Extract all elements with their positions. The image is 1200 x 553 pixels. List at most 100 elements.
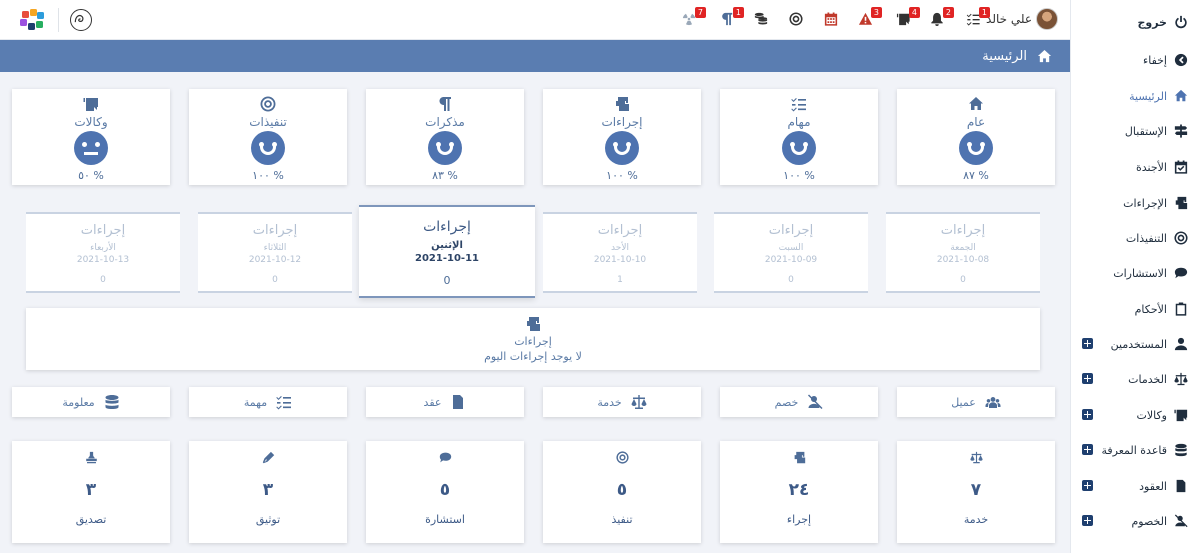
summary-card-general[interactable]: عام ٨٧ % <box>897 89 1055 185</box>
day-tab-friday[interactable]: إجراءات الجمعة 2021-10-08 0 <box>886 212 1040 293</box>
bell-icon[interactable]: 2 <box>930 7 954 28</box>
happy-face-icon <box>782 131 816 165</box>
summary-card-label: عام <box>966 115 986 129</box>
add-opponent-button[interactable]: خصم <box>720 387 878 417</box>
day-tab-tuesday[interactable]: إجراءات الثلاثاء 2021-10-12 0 <box>198 212 352 293</box>
agencies-badge: 4 <box>908 7 920 18</box>
stat-label: إجراء <box>786 513 812 526</box>
stat-value: ٥ <box>616 480 628 500</box>
page-title: الرئيسية <box>982 48 1027 64</box>
sidebar-item-home[interactable]: الرئيسية <box>1070 86 1200 106</box>
home-icon <box>1174 89 1188 103</box>
sidebar-item-rulings[interactable]: الأحكام <box>1070 299 1200 319</box>
summary-card-procedures[interactable]: إجراءات ١٠٠ % <box>543 89 701 185</box>
stat-card-consultations[interactable]: ٥ استشارة <box>366 441 524 543</box>
stat-card-procedures[interactable]: ٢٤ إجراء <box>720 441 878 543</box>
expand-plus-icon[interactable] <box>1082 480 1093 491</box>
quick-add-label: مهمة <box>243 395 268 409</box>
warning-badge: 3 <box>870 7 882 18</box>
calendar-icon[interactable] <box>824 12 840 28</box>
sidebar-item-knowledge-base[interactable]: قاعدة المعرفة <box>1070 440 1200 460</box>
happy-face-icon <box>605 131 639 165</box>
add-task-button[interactable]: مهمة <box>189 387 347 417</box>
sidebar-item-procedures[interactable]: الإجراءات <box>1070 193 1200 213</box>
sidebar-item-hide[interactable]: إخفاء <box>1070 50 1200 70</box>
happy-face-icon <box>428 131 462 165</box>
expand-plus-icon[interactable] <box>1082 515 1093 526</box>
app-logo[interactable] <box>20 9 46 31</box>
mail-bulk-icon <box>524 316 542 332</box>
day-tab-date: 2021-10-11 <box>415 253 479 264</box>
sidebar-item-reception[interactable]: الإستقبال <box>1070 121 1200 141</box>
power-icon <box>1174 15 1188 29</box>
summary-card-agencies[interactable]: وكالات ٥٠ % <box>12 89 170 185</box>
id-card-icon <box>83 96 99 112</box>
day-tab-saturday[interactable]: إجراءات السبت 2021-10-09 0 <box>714 212 868 293</box>
expand-plus-icon[interactable] <box>1082 373 1093 384</box>
summary-card-executions[interactable]: تنفيذات ١٠٠ % <box>189 89 347 185</box>
users-icon <box>985 394 1001 410</box>
id-card-icon <box>1174 408 1188 422</box>
day-tab-date: 2021-10-12 <box>248 255 302 265</box>
summary-card-memos[interactable]: مذكرات ٨٣ % <box>366 89 524 185</box>
tasks-icon <box>791 96 807 112</box>
stat-card-services[interactable]: ٧ خدمة <box>897 441 1055 543</box>
user-slash-icon <box>807 394 823 410</box>
summary-card-label: مهام <box>787 115 811 129</box>
sidebar-item-label: الأجندة <box>1136 160 1167 174</box>
id-card-icon[interactable]: 4 <box>896 7 920 28</box>
add-client-button[interactable]: عميل <box>897 387 1055 417</box>
home-icon <box>1037 49 1052 64</box>
summary-card-percent: ١٠٠ % <box>606 169 638 182</box>
quick-add-label: عقد <box>423 395 442 409</box>
sidebar-item-logout[interactable]: خروج <box>1070 12 1200 32</box>
add-contract-button[interactable]: عقد <box>366 387 524 417</box>
sidebar-item-label: الأحكام <box>1134 302 1167 316</box>
tasks-icon[interactable]: 1 <box>966 7 990 28</box>
sidebar-item-opponents[interactable]: الخصوم <box>1070 511 1200 531</box>
add-service-button[interactable]: خدمة <box>543 387 701 417</box>
stat-label: تصديق <box>75 513 107 526</box>
expand-plus-icon[interactable] <box>1082 444 1093 455</box>
partner-logo[interactable] <box>70 9 92 31</box>
paragraph-icon[interactable]: 1 <box>720 7 744 28</box>
day-tab-monday-active[interactable]: إجراءات الإثنين 2021-10-11 0 <box>359 205 535 298</box>
day-tab-weekday: الجمعة <box>950 243 976 253</box>
summary-card-percent: ١٠٠ % <box>252 169 284 182</box>
sidebar-item-services[interactable]: الخدمات <box>1070 369 1200 389</box>
sidebar-item-contracts[interactable]: العقود <box>1070 476 1200 496</box>
file-contract-icon <box>450 394 466 410</box>
sidebar: خروج إخفاء الرئيسية الإستقبال الأجندة ال… <box>1070 0 1200 553</box>
sidebar-item-agencies[interactable]: وكالات <box>1070 405 1200 425</box>
database-icon <box>104 394 120 410</box>
add-info-button[interactable]: معلومة <box>12 387 170 417</box>
sidebar-item-consultations[interactable]: الاستشارات <box>1070 263 1200 283</box>
summary-card-tasks[interactable]: مهام ١٠٠ % <box>720 89 878 185</box>
user-slash-icon <box>1174 514 1188 528</box>
mail-bulk-icon <box>614 96 630 112</box>
sidebar-item-agenda[interactable]: الأجندة <box>1070 157 1200 177</box>
stat-card-executions[interactable]: ٥ تنفيذ <box>543 441 701 543</box>
sidebar-item-label: وكالات <box>1136 408 1167 422</box>
sidebar-item-executions[interactable]: التنفيذات <box>1070 228 1200 248</box>
logo-divider <box>58 8 59 32</box>
sidebar-item-label: إخفاء <box>1143 53 1167 67</box>
avatar <box>1036 8 1058 30</box>
expand-plus-icon[interactable] <box>1082 338 1093 349</box>
notifications-badge: 2 <box>942 7 954 18</box>
coins-icon[interactable] <box>754 12 770 28</box>
sidebar-item-label: الرئيسية <box>1129 89 1167 103</box>
day-tab-sunday[interactable]: إجراءات الأحد 2021-10-10 1 <box>543 212 697 293</box>
day-tab-count: 0 <box>788 275 794 285</box>
radiation-icon[interactable]: 7 <box>682 7 706 28</box>
sidebar-item-users[interactable]: المستخدمين <box>1070 334 1200 354</box>
sidebar-item-label: التنفيذات <box>1125 231 1167 245</box>
stat-card-certification[interactable]: ٣ تصديق <box>12 441 170 543</box>
summary-card-percent: ٨٧ % <box>963 169 989 182</box>
user-menu[interactable]: علي خالد <box>986 8 1058 30</box>
warning-icon[interactable]: 3 <box>858 7 882 28</box>
bullseye-icon[interactable] <box>789 12 805 28</box>
day-tab-wednesday[interactable]: إجراءات الأربعاء 2021-10-13 0 <box>26 212 180 293</box>
stat-card-documentation[interactable]: ٣ توثيق <box>189 441 347 543</box>
expand-plus-icon[interactable] <box>1082 409 1093 420</box>
